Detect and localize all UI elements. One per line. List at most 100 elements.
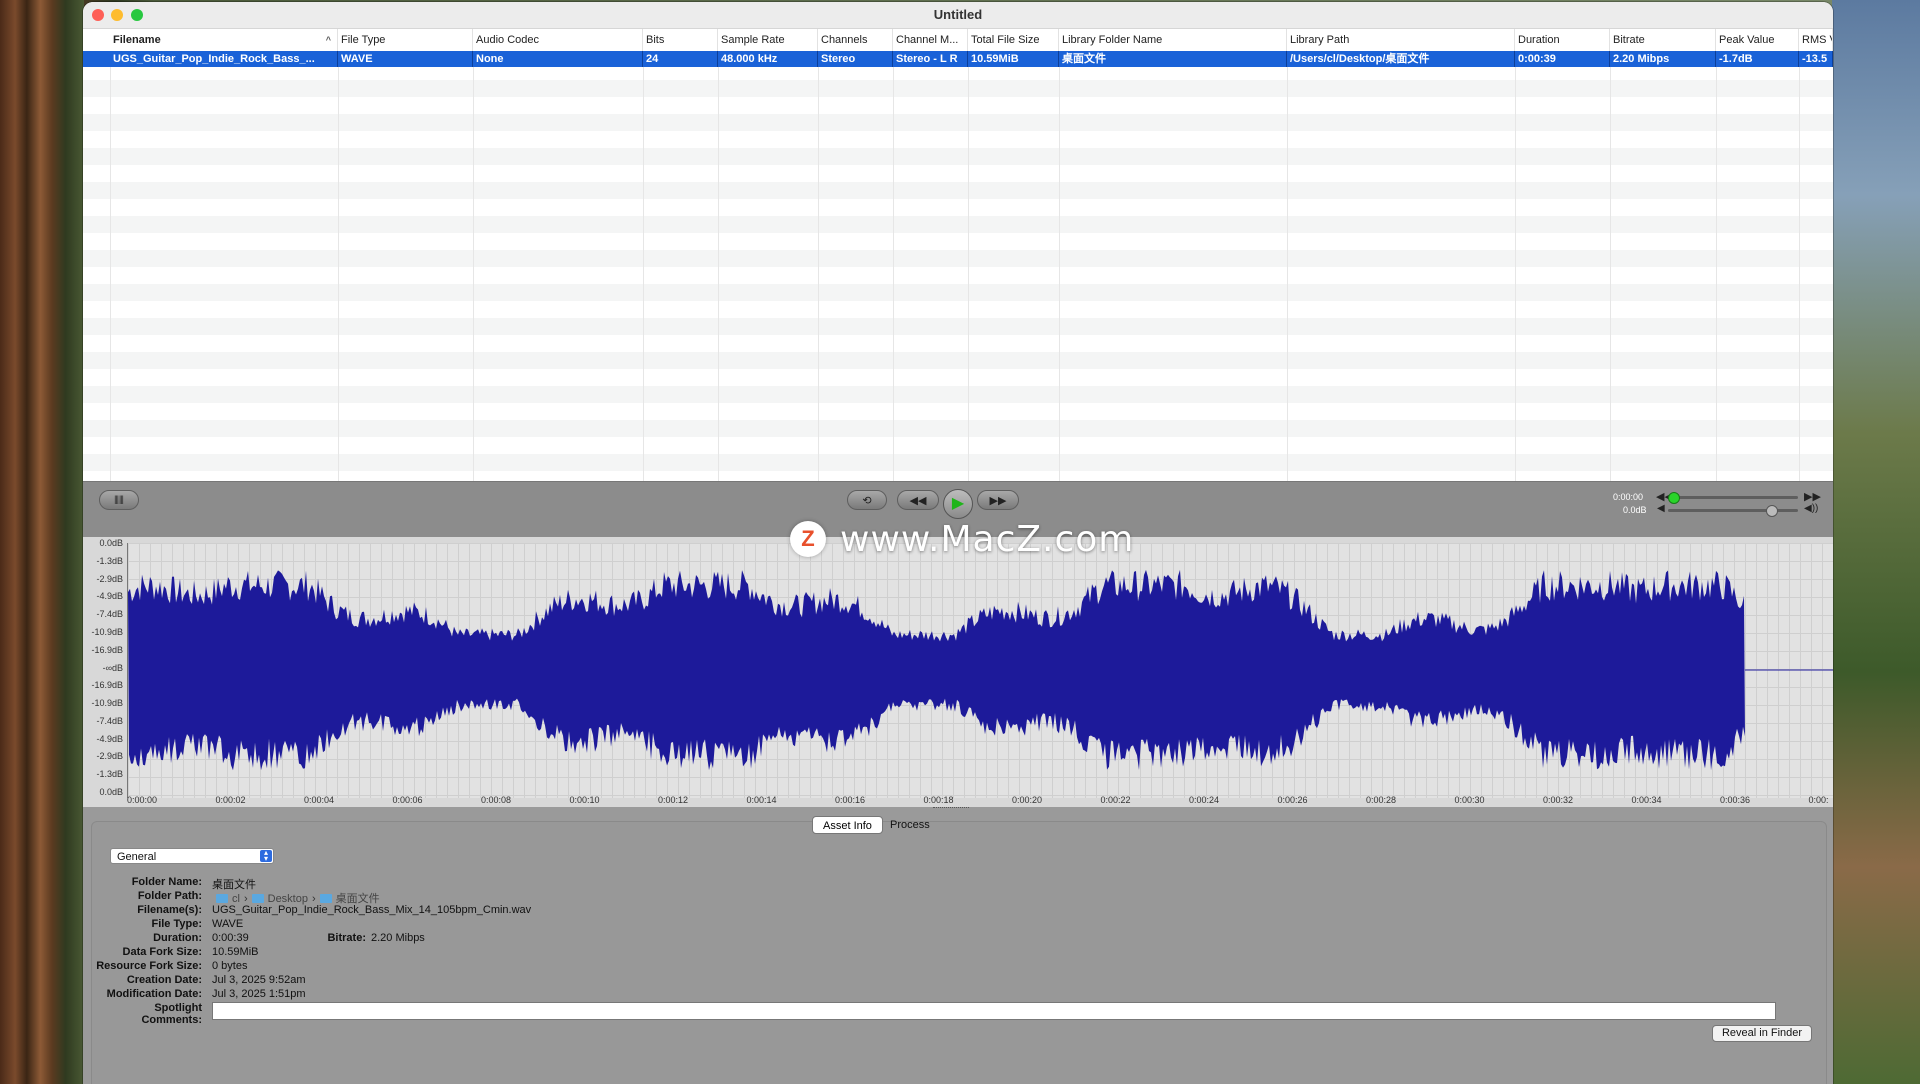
column-header-library-path[interactable]: Library Path	[1287, 29, 1515, 51]
waveform-plot[interactable]	[127, 543, 1833, 798]
data-fork-size-value: 10.59MiB	[212, 946, 259, 958]
waveform-view[interactable]: 0.0dB -1.3dB -2.9dB -4.9dB -7.4dB -10.9dB -16.…	[83, 537, 1833, 807]
x-axis-label: 0:00:06	[392, 795, 423, 805]
column-header-channels[interactable]: Channels	[818, 29, 893, 51]
folder-icon	[319, 894, 332, 903]
cell-bitrate: 2.20 Mibps	[1610, 51, 1716, 67]
filenames-value: UGS_Guitar_Pop_Indie_Rock_Bass_Mix_14_10…	[212, 904, 532, 916]
y-axis-label: -2.9dB	[96, 573, 123, 584]
column-divider	[1610, 67, 1611, 481]
table-header: Filename ^ File Type Audio Codec Bits Sam…	[83, 29, 1833, 52]
column-header-total-file-size[interactable]: Total File Size	[968, 29, 1059, 51]
position-slider-knob[interactable]	[1668, 492, 1680, 504]
position-slider[interactable]	[1668, 496, 1798, 499]
volume-level: 0.0dB	[1623, 505, 1647, 515]
column-divider	[968, 67, 969, 481]
column-divider	[893, 67, 894, 481]
title-bar: Untitled	[83, 2, 1833, 29]
y-axis-label: -10.9dB	[91, 698, 123, 709]
waveform-toggle-button[interactable]: ⦀⦀	[99, 490, 139, 510]
bitrate-label: Bitrate:	[327, 932, 366, 944]
split-view-handle[interactable]	[933, 807, 969, 810]
y-axis-label: -16.9dB	[91, 680, 123, 691]
column-header-duration[interactable]: Duration	[1515, 29, 1610, 51]
fast-forward-icon: ▶▶	[989, 495, 1007, 507]
y-axis-label: -16.9dB	[91, 644, 123, 655]
column-divider	[110, 67, 111, 481]
sort-ascending-icon: ^	[325, 35, 331, 45]
x-axis-label: 0:00:26	[1277, 795, 1308, 805]
volume-slider-knob[interactable]	[1766, 505, 1778, 517]
spotlight-comments-field[interactable]	[212, 1002, 1776, 1020]
cell-rms: -13.5	[1799, 51, 1833, 67]
x-axis-label: 0:00:	[1808, 795, 1829, 805]
desktop-background-right	[1832, 0, 1920, 1084]
file-type-label: File Type:	[151, 918, 202, 930]
column-header-peak-value[interactable]: Peak Value	[1716, 29, 1799, 51]
creation-date-value: Jul 3, 2025 9:52am	[212, 974, 306, 986]
column-header-audio-codec[interactable]: Audio Codec	[473, 29, 643, 51]
y-axis-label: -1.3dB	[96, 555, 123, 566]
fast-forward-button[interactable]: ▶▶	[977, 490, 1019, 510]
cell-filename: UGS_Guitar_Pop_Indie_Rock_Bass_...	[110, 51, 338, 67]
watermark-text: www.MacZ.com	[840, 518, 1135, 560]
resource-fork-size-label: Resource Fork Size:	[96, 960, 202, 972]
cell-channel-mode: Stereo - L R	[893, 51, 968, 67]
reveal-in-finder-button[interactable]: Reveal in Finder	[1712, 1025, 1812, 1042]
x-axis-label: 0:00:00	[127, 795, 158, 805]
column-header-library-folder-name[interactable]: Library Folder Name	[1059, 29, 1287, 51]
tab-process[interactable]: Process	[880, 816, 940, 834]
column-header-bits[interactable]: Bits	[643, 29, 718, 51]
y-axis-label: -10.9dB	[91, 626, 123, 637]
loop-button[interactable]: ⟲	[847, 490, 887, 510]
data-fork-size-label: Data Fork Size:	[122, 946, 202, 958]
filenames-label: Filename(s):	[137, 904, 202, 916]
waveform-icon: ⦀⦀	[114, 495, 124, 507]
cell-bits: 24	[643, 51, 718, 67]
column-header-channel-mode[interactable]: Channel M...	[893, 29, 968, 51]
table-row[interactable]: UGS_Guitar_Pop_Indie_Rock_Bass_... WAVE …	[83, 51, 1833, 67]
column-header-sample-rate[interactable]: Sample Rate	[718, 29, 818, 51]
waveform-shape	[128, 569, 1745, 771]
select-value: General	[117, 851, 157, 863]
file-table[interactable]: Filename ^ File Type Audio Codec Bits Sam…	[83, 29, 1833, 481]
cell-library-folder-name: 桌面文件	[1059, 51, 1287, 67]
column-header-filename[interactable]: Filename ^	[110, 29, 338, 51]
play-icon: ▶	[951, 495, 965, 512]
volume-low-icon: ◀	[1657, 503, 1665, 514]
x-axis-label: 0:00:04	[304, 795, 335, 805]
x-axis-label: 0:00:22	[1100, 795, 1131, 805]
column-header-bitrate[interactable]: Bitrate	[1610, 29, 1716, 51]
tab-asset-info[interactable]: Asset Info	[812, 816, 883, 834]
column-divider	[718, 67, 719, 481]
column-divider	[818, 67, 819, 481]
cell-channels: Stereo	[818, 51, 893, 67]
duration-value: 0:00:39	[212, 932, 249, 944]
column-header-rms[interactable]: RMS V	[1799, 29, 1833, 51]
cell-sample-rate: 48.000 kHz	[718, 51, 818, 67]
cell-duration: 0:00:39	[1515, 51, 1610, 67]
cell-peak-value: -1.7dB	[1716, 51, 1799, 67]
rewind-button[interactable]: ◀◀	[897, 490, 939, 510]
waveform-svg	[128, 569, 1833, 771]
x-axis-label: 0:00:12	[658, 795, 689, 805]
column-divider	[1799, 67, 1800, 481]
play-button[interactable]: ▶	[943, 489, 973, 519]
spotlight-comments-label: Spotlight Comments:	[141, 1002, 202, 1026]
info-category-select[interactable]: General ▴ ▾	[110, 848, 274, 864]
folder-name-label: Folder Name:	[131, 876, 202, 888]
volume-slider[interactable]	[1668, 509, 1798, 512]
chevron-up-down-icon: ▴ ▾	[260, 849, 272, 863]
y-axis-label: -1.3dB	[96, 769, 123, 780]
modification-date-label: Modification Date:	[106, 988, 202, 1000]
folder-icon	[251, 894, 264, 903]
bitrate-value: 2.20 Mibps	[371, 932, 425, 944]
column-header-file-type[interactable]: File Type	[338, 29, 473, 51]
folder-icon	[216, 894, 228, 903]
skip-to-end-icon[interactable]: ▶▶	[1804, 490, 1821, 503]
column-divider	[473, 67, 474, 481]
duration-label: Duration:	[153, 932, 202, 944]
cell-file-type: WAVE	[338, 51, 473, 67]
y-axis-label: 0.0dB	[99, 787, 123, 797]
window-title: Untitled	[933, 7, 983, 22]
